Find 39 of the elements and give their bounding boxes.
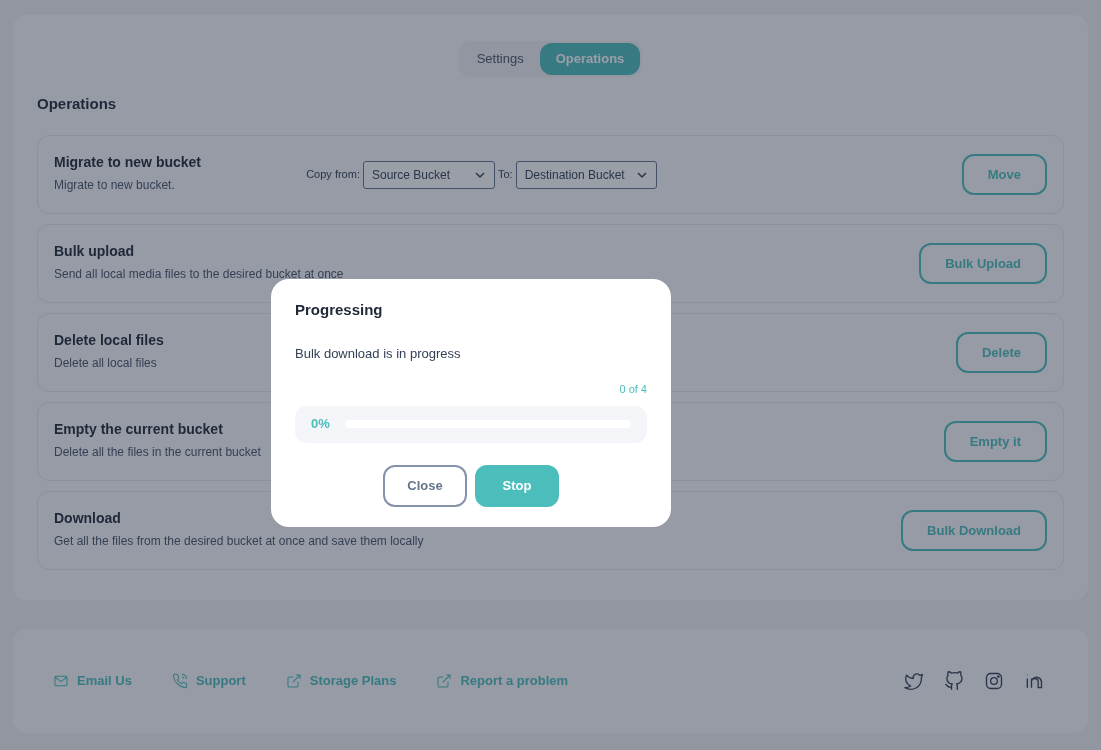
action-button[interactable]: Move — [961, 154, 1047, 195]
action-button[interactable]: Empty it — [943, 421, 1047, 462]
bird-icon[interactable] — [904, 671, 924, 691]
dialog-message: Bulk download is in progress — [295, 344, 462, 363]
operation-description: Get all the files from the desired bucket at once and save them locally — [54, 532, 424, 550]
action-button[interactable]: Delete — [955, 332, 1047, 373]
operation-description: Delete all the files in the current bucket — [54, 443, 261, 461]
progress-percent: 0% — [311, 415, 329, 434]
operation-description: Delete all local files — [54, 354, 158, 372]
stop-button[interactable]: Stop — [475, 464, 559, 507]
footer-link[interactable]: Storage Plans — [309, 671, 397, 691]
footer-link[interactable]: Email Us — [77, 671, 132, 691]
destination-select[interactable]: Destination Bucket — [515, 160, 657, 189]
section-title: Operations — [37, 93, 118, 114]
action-button[interactable]: Bulk Upload — [919, 243, 1047, 284]
tab[interactable]: Operations — [539, 43, 641, 75]
action-button[interactable]: Bulk Download — [901, 510, 1047, 551]
operation-title: Bulk upload — [54, 241, 136, 261]
source-select[interactable]: Source Bucket — [362, 160, 495, 189]
operation-title: Migrate to new bucket — [54, 152, 202, 172]
operation-title: Empty the current bucket — [54, 419, 224, 439]
close-button[interactable]: Close — [383, 464, 467, 507]
operation-title: Delete local files — [54, 330, 164, 350]
footer-link[interactable]: Support — [195, 671, 246, 691]
footer-link[interactable]: Report a problem — [460, 671, 569, 691]
to-label: To: — [497, 167, 513, 183]
copy-from-label: Copy from: — [306, 167, 360, 183]
operation-title: Download — [54, 508, 122, 528]
tab[interactable]: Settings — [460, 43, 540, 75]
operation-description: Send all local media files to the desired bucket at once — [54, 265, 344, 283]
external-link-icon — [436, 673, 453, 689]
dialog-title: Progressing — [295, 300, 384, 320]
operation-description: Migrate to new bucket. — [54, 176, 176, 194]
phone-icon — [171, 673, 188, 689]
camera-icon[interactable] — [984, 671, 1004, 691]
github-icon[interactable] — [944, 671, 964, 691]
progress-count: 0 of 4 — [619, 382, 647, 397]
mail-icon — [53, 673, 69, 689]
external-link-icon — [285, 673, 302, 689]
